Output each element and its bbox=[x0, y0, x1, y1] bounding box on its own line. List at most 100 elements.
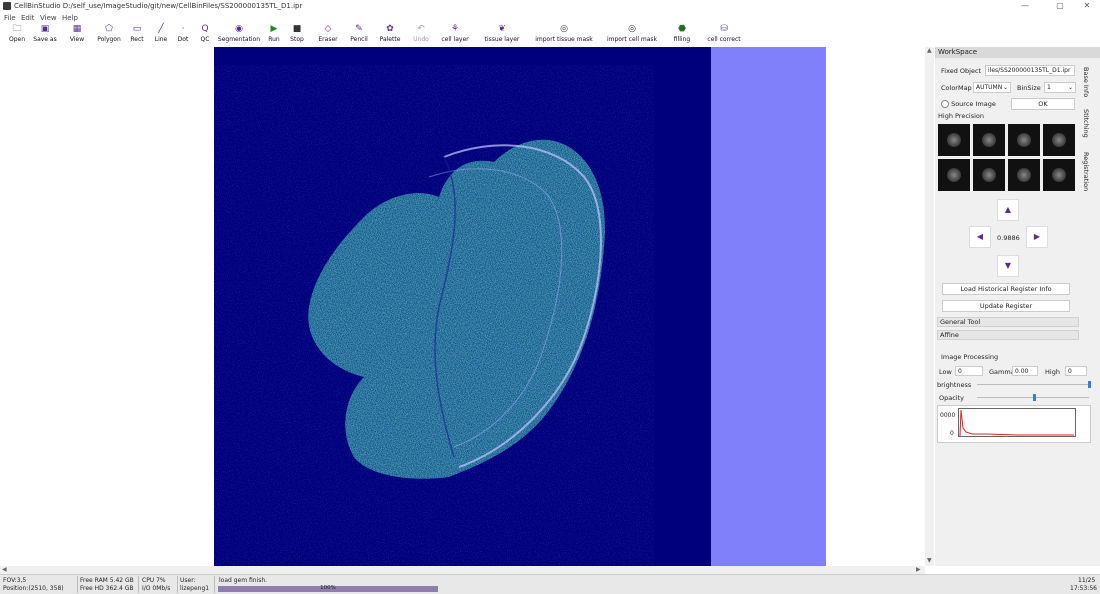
progress-label: 100% bbox=[320, 585, 336, 591]
pencil-button[interactable]: ✎ Pencil bbox=[345, 24, 373, 46]
thumbnail[interactable] bbox=[938, 124, 970, 156]
line-button[interactable]: ╱ Line bbox=[152, 24, 170, 46]
divider bbox=[177, 576, 178, 593]
gamma-label: Gamma bbox=[989, 368, 1015, 376]
move-left-button[interactable]: ◀ bbox=[969, 226, 991, 248]
free-ram-text: Free RAM 5.42 GB bbox=[80, 577, 134, 584]
tab-base-info[interactable]: Base Info bbox=[1082, 67, 1090, 97]
eraser-button[interactable]: ◇ Eraser bbox=[314, 24, 342, 46]
minimize-button[interactable]: — bbox=[1015, 1, 1035, 10]
eraser-icon: ◇ bbox=[324, 24, 332, 34]
run-button[interactable]: ▶ Run bbox=[266, 24, 282, 46]
cell-layer-icon: ⚘ bbox=[450, 24, 460, 34]
scale-value: 0.9886 bbox=[997, 234, 1020, 242]
binsize-label: BinSize bbox=[1017, 84, 1041, 92]
general-tool-section[interactable]: General Tool bbox=[937, 317, 1079, 327]
source-image-radio[interactable]: Source Image bbox=[941, 100, 996, 108]
fov-text: FOV:3,5 bbox=[3, 577, 27, 584]
move-up-button[interactable]: ▲ bbox=[997, 199, 1019, 221]
divider bbox=[214, 576, 215, 593]
cpu-text: CPU 7% bbox=[142, 577, 166, 584]
image-canvas[interactable] bbox=[0, 47, 925, 566]
tab-stitching[interactable]: Stitching bbox=[1082, 109, 1090, 138]
move-right-button[interactable]: ▶ bbox=[1026, 226, 1048, 248]
opacity-slider-handle[interactable] bbox=[1033, 394, 1036, 401]
vertical-scrollbar[interactable]: ▲ ▼ bbox=[925, 47, 934, 566]
image-side-region bbox=[711, 47, 826, 566]
menu-view[interactable]: View bbox=[40, 14, 57, 22]
colormap-select[interactable]: AUTUMN ⌄ bbox=[973, 82, 1011, 93]
brightness-slider[interactable] bbox=[977, 384, 1089, 385]
user-label: User: bbox=[180, 577, 196, 584]
tissue-image[interactable] bbox=[214, 47, 711, 566]
save-as-button[interactable]: ▣ Save as bbox=[32, 24, 58, 46]
filling-button[interactable]: ⬣ filling bbox=[668, 24, 696, 46]
opacity-label: Opacity bbox=[939, 394, 965, 402]
cell-correct-icon: ⛁ bbox=[720, 24, 728, 34]
tissue-layer-button[interactable]: ❦ tissue layer bbox=[480, 24, 524, 46]
high-spinbox[interactable]: 0 bbox=[1065, 366, 1087, 376]
close-button[interactable]: ✕ bbox=[1077, 1, 1097, 10]
binsize-select[interactable]: 1 ⌄ bbox=[1044, 82, 1076, 93]
dot-button[interactable]: · Dot bbox=[175, 24, 191, 46]
hist-y-bottom-label: 0 bbox=[950, 430, 954, 437]
fixed-object-label: Fixed Object bbox=[941, 67, 982, 75]
menu-help[interactable]: Help bbox=[62, 14, 78, 22]
scroll-left-icon[interactable]: ◀ bbox=[2, 566, 7, 573]
title-bar: CellBinStudio D:/self_use/ImageStudio/gi… bbox=[0, 0, 1100, 13]
thumbnail[interactable] bbox=[973, 159, 1005, 191]
move-down-button[interactable]: ▼ bbox=[997, 255, 1019, 277]
io-text: I/O 0Mb/s bbox=[142, 585, 171, 592]
image-icon: ▦ bbox=[72, 24, 82, 34]
scroll-up-icon[interactable]: ▲ bbox=[927, 47, 932, 54]
brightness-label: brightness bbox=[937, 381, 972, 389]
polygon-icon: ⬠ bbox=[105, 24, 113, 34]
fixed-object-field[interactable]: iles/SS200000135TL_D1.ipr bbox=[985, 65, 1075, 76]
tissue-image-render bbox=[214, 47, 711, 566]
scroll-right-icon[interactable]: ▶ bbox=[916, 566, 921, 573]
scroll-down-icon[interactable]: ▼ bbox=[927, 557, 932, 564]
polygon-button[interactable]: ⬠ Polygon bbox=[95, 24, 123, 46]
user-name: lizepeng1 bbox=[180, 585, 210, 592]
load-history-button[interactable]: Load Historical Register Info bbox=[942, 283, 1070, 295]
ok-button[interactable]: OK bbox=[1011, 98, 1075, 110]
thumbnail[interactable] bbox=[1008, 124, 1040, 156]
pencil-icon: ✎ bbox=[355, 24, 363, 34]
horizontal-scrollbar[interactable]: ◀ ▶ bbox=[0, 566, 925, 574]
progress-bar: 100% bbox=[218, 585, 438, 592]
tab-registration[interactable]: Registration bbox=[1082, 152, 1090, 191]
tissue-layer-icon: ❦ bbox=[498, 24, 506, 34]
stop-button[interactable]: ■ Stop bbox=[288, 24, 306, 46]
toolbar: 🗀 Open ▣ Save as ▦ View ⬠ Polygon ▭ Rect ╱ Lin… bbox=[0, 23, 1100, 47]
thumbnail[interactable] bbox=[1043, 124, 1075, 156]
thumbnail[interactable] bbox=[1043, 159, 1075, 191]
thumbnail[interactable] bbox=[1008, 159, 1040, 191]
rect-button[interactable]: ▭ Rect bbox=[128, 24, 146, 46]
affine-section[interactable]: Affine bbox=[937, 330, 1079, 340]
maximize-button[interactable]: ▢ bbox=[1050, 1, 1070, 10]
open-button[interactable]: 🗀 Open bbox=[6, 24, 28, 46]
gamma-spinbox[interactable]: 0.00 bbox=[1012, 366, 1038, 376]
cell-layer-button[interactable]: ⚘ cell layer bbox=[436, 24, 474, 46]
qc-button[interactable]: Q QC bbox=[197, 24, 213, 46]
high-label: High bbox=[1045, 368, 1060, 376]
thumbnail[interactable] bbox=[973, 124, 1005, 156]
workspace-header: WorkSpace bbox=[935, 47, 1100, 58]
import-cell-mask-button[interactable]: ◎ import cell mask bbox=[603, 24, 661, 46]
palette-button[interactable]: ✿ Palette bbox=[376, 24, 404, 46]
menu-file[interactable]: File bbox=[4, 14, 16, 22]
arrow-up-icon: ▲ bbox=[1004, 205, 1012, 214]
divider bbox=[138, 576, 139, 593]
cell-correct-button[interactable]: ⛁ cell correct bbox=[702, 24, 746, 46]
undo-button[interactable]: ↶ Undo bbox=[412, 24, 430, 46]
segmentation-button[interactable]: ◉ Segmentation bbox=[217, 24, 261, 46]
brightness-slider-handle[interactable] bbox=[1088, 381, 1091, 388]
low-spinbox[interactable]: 0 bbox=[955, 366, 983, 376]
import-tissue-mask-button[interactable]: ◎ import tissue mask bbox=[532, 24, 596, 46]
menu-edit[interactable]: Edit bbox=[21, 14, 35, 22]
thumbnail[interactable] bbox=[938, 159, 970, 191]
update-register-button[interactable]: Update Register bbox=[942, 300, 1070, 312]
high-precision-label: High Precision bbox=[938, 112, 985, 120]
view-button[interactable]: ▦ View bbox=[68, 24, 86, 46]
save-icon: ▣ bbox=[40, 24, 50, 34]
